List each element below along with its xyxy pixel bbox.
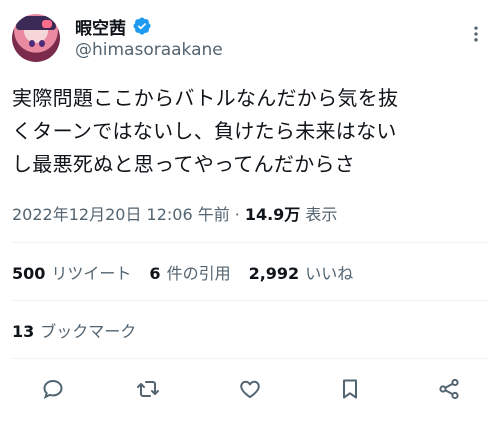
retweets-stat[interactable]: 500 リツイート xyxy=(12,260,131,284)
avatar-eye xyxy=(29,40,35,47)
engagement-stats: 500 リツイート 6 件の引用 2,992 いいね xyxy=(12,260,371,284)
divider xyxy=(12,300,488,301)
reply-button[interactable] xyxy=(40,376,66,402)
avatar-eye xyxy=(39,40,45,47)
divider xyxy=(12,242,488,243)
bookmark-icon xyxy=(343,379,357,399)
more-icon[interactable] xyxy=(466,24,486,44)
retweets-label: リツイート xyxy=(51,264,132,283)
quotes-count: 6 xyxy=(149,264,161,283)
tweet-meta: 2022年12月20日 12:06 午前 · 14.9万 表示 xyxy=(12,201,337,225)
likes-stat[interactable]: 2,992 いいね xyxy=(249,260,354,284)
author-handle[interactable]: @himasoraakane xyxy=(75,40,223,60)
bookmarks-label: ブックマーク xyxy=(40,322,137,341)
share-button[interactable] xyxy=(436,376,462,402)
bookmark-button[interactable] xyxy=(337,376,363,402)
likes-label: いいね xyxy=(305,264,354,283)
reply-icon xyxy=(43,379,63,399)
bookmarks-stat[interactable]: 13 ブックマーク xyxy=(12,318,136,342)
verified-badge-icon xyxy=(133,17,151,35)
share-icon xyxy=(439,378,459,400)
tweet-timestamp[interactable]: 2022年12月20日 12:06 午前 xyxy=(12,201,230,225)
retweet-button[interactable] xyxy=(135,376,161,402)
likes-count: 2,992 xyxy=(248,264,300,283)
meta-separator: · xyxy=(234,205,240,224)
views-count: 14.9万 xyxy=(244,205,301,224)
quotes-label: 件の引用 xyxy=(166,264,231,283)
like-button[interactable] xyxy=(237,376,263,402)
bookmarks-count: 13 xyxy=(12,322,35,341)
tweet-text: 実際問題ここからバトルなんだから気を抜 くターンではないし、負けたら未来はない … xyxy=(12,86,399,176)
action-bar xyxy=(0,372,500,408)
avatar[interactable] xyxy=(12,14,60,62)
avatar-bow xyxy=(42,20,52,28)
retweet-icon xyxy=(137,381,159,397)
quotes-stat[interactable]: 6 件の引用 xyxy=(149,260,230,284)
author-display-name[interactable]: 暇空茜 xyxy=(75,14,126,39)
divider xyxy=(12,358,488,359)
retweets-count: 500 xyxy=(12,264,46,283)
author-name-row[interactable]: 暇空茜 xyxy=(75,14,152,39)
views-label: 表示 xyxy=(305,205,338,224)
like-icon xyxy=(240,380,260,398)
